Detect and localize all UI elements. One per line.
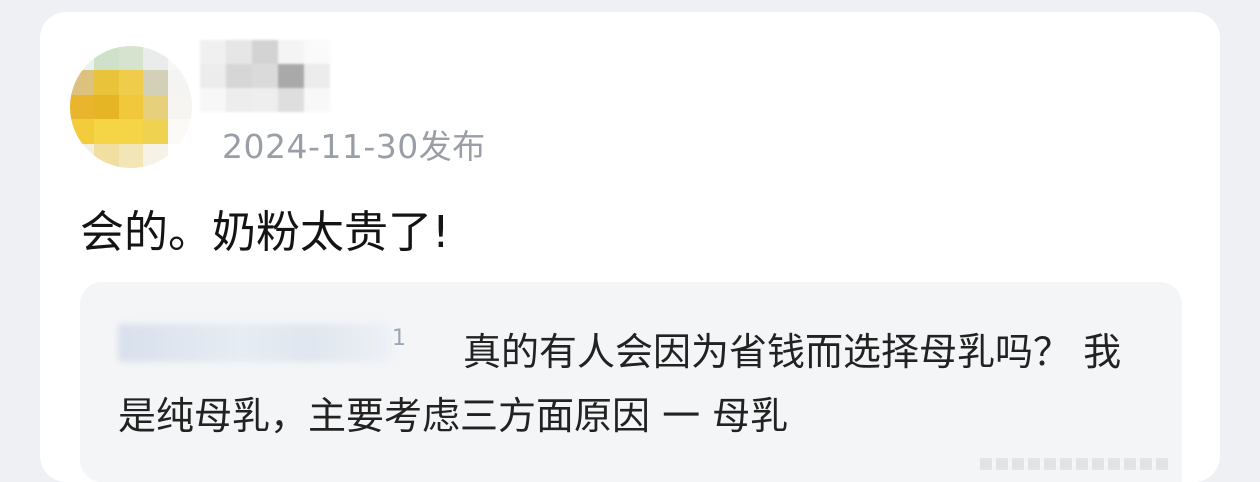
text-fade-overlay xyxy=(862,422,1182,482)
post-content: 会的。奶粉太贵了! xyxy=(80,207,450,258)
publish-date: 2024-11-30发布 xyxy=(222,127,486,166)
author-name-blurred[interactable] xyxy=(200,40,330,112)
quoted-comment[interactable]: 1 真的有人会因为省钱而选择母乳吗？ 我是纯母乳，主要考虑三方面原因 一 母乳 xyxy=(80,282,1182,482)
user-avatar[interactable] xyxy=(70,46,192,168)
